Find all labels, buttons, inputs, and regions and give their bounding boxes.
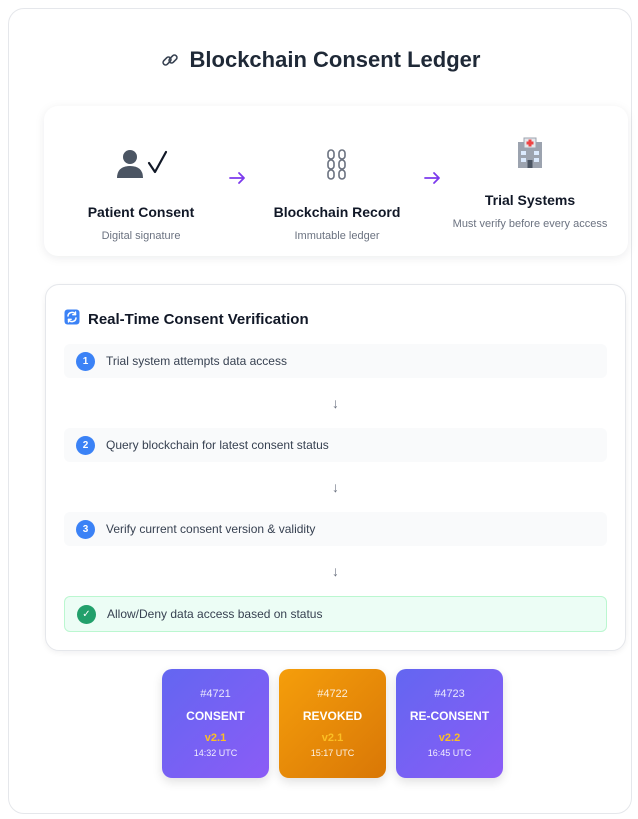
verification-result: ✓ Allow/Deny data access based on status bbox=[64, 596, 607, 632]
verification-title-text: Real-Time Consent Verification bbox=[88, 310, 309, 328]
down-arrow-icon: ↓ bbox=[332, 563, 339, 579]
verification-step: 1 Trial system attempts data access bbox=[64, 344, 607, 378]
step-text: Query blockchain for latest consent stat… bbox=[106, 438, 329, 452]
flow-step-name: Blockchain Record bbox=[273, 204, 401, 220]
flow-step-name: Trial Systems bbox=[484, 192, 576, 208]
flow-step-desc: Digital signature bbox=[101, 230, 181, 242]
verification-step: 3 Verify current consent version & valid… bbox=[64, 512, 607, 546]
flow-step-desc: Must verify before every access bbox=[452, 218, 608, 230]
block-version: v2.1 bbox=[204, 732, 227, 744]
flow-step-blockchain-record: Blockchain Record Immutable ledger bbox=[257, 134, 417, 245]
block-status: RE-CONSENT bbox=[409, 709, 490, 723]
step-text: Allow/Deny data access based on status bbox=[107, 607, 323, 621]
title-text: Blockchain Consent Ledger bbox=[189, 47, 481, 72]
block-time: 14:32 UTC bbox=[193, 748, 238, 758]
block-status: CONSENT bbox=[186, 709, 245, 723]
refresh-icon bbox=[64, 309, 80, 329]
step-number: 1 bbox=[76, 351, 95, 371]
block-id: #4723 bbox=[434, 688, 465, 700]
step-number: 3 bbox=[76, 519, 95, 539]
flow-arrow-icon bbox=[229, 171, 247, 190]
check-icon: ✓ bbox=[77, 604, 96, 624]
flow-step-trial-systems: Trial Systems Must verify before every a… bbox=[450, 122, 610, 233]
consent-flow: Patient Consent Digital signature Blockc… bbox=[44, 106, 628, 256]
block-time: 15:17 UTC bbox=[310, 748, 355, 758]
ledger-block: #4721 CONSENT v2.1 14:32 UTC bbox=[162, 669, 269, 778]
link-icon bbox=[160, 50, 180, 70]
block-status: REVOKED bbox=[302, 709, 363, 723]
verification-step: 2 Query blockchain for latest consent st… bbox=[64, 428, 607, 462]
verification-title: Real-Time Consent Verification bbox=[64, 309, 309, 329]
patient-check-icon bbox=[61, 134, 221, 182]
page-title: Blockchain Consent Ledger bbox=[9, 47, 631, 73]
ledger-block: #4723 RE-CONSENT v2.2 16:45 UTC bbox=[396, 669, 503, 778]
step-text: Verify current consent version & validit… bbox=[106, 522, 316, 536]
ledger-card: Blockchain Consent Ledger Patient Consen… bbox=[8, 8, 632, 814]
step-text: Trial system attempts data access bbox=[106, 354, 287, 368]
block-version: v2.2 bbox=[438, 732, 461, 744]
down-arrow-icon: ↓ bbox=[332, 395, 339, 411]
step-number: 2 bbox=[76, 435, 95, 455]
block-version: v2.1 bbox=[321, 732, 344, 744]
down-arrow-icon: ↓ bbox=[332, 479, 339, 495]
block-id: #4721 bbox=[200, 688, 231, 700]
block-time: 16:45 UTC bbox=[427, 748, 472, 758]
flow-step-name: Patient Consent bbox=[87, 204, 195, 220]
ledger-block: #4722 REVOKED v2.1 15:17 UTC bbox=[279, 669, 386, 778]
hospital-icon bbox=[450, 122, 610, 170]
flow-step-desc: Immutable ledger bbox=[294, 230, 380, 242]
verification-panel: Real-Time Consent Verification 1 Trial s… bbox=[45, 284, 626, 651]
chain-icon bbox=[257, 134, 417, 182]
flow-arrow-icon bbox=[424, 171, 442, 190]
flow-step-patient-consent: Patient Consent Digital signature bbox=[61, 134, 221, 245]
block-id: #4722 bbox=[317, 688, 348, 700]
